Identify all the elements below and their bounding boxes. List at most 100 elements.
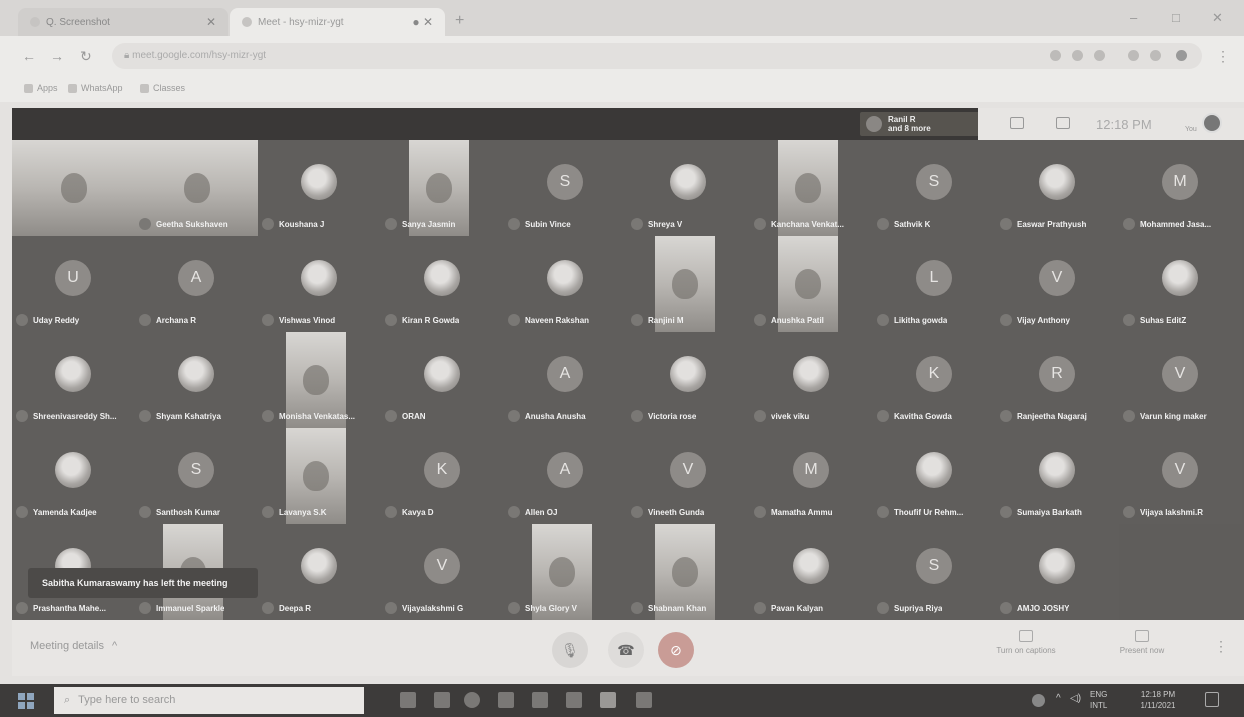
- participant-tile[interactable]: Deepa R: [258, 524, 381, 620]
- participant-tile[interactable]: Vishwas Vinod: [258, 236, 381, 332]
- extension-icon[interactable]: [1128, 50, 1139, 61]
- puzzle-icon[interactable]: [1150, 50, 1161, 61]
- participant-tile[interactable]: Sanya Jasmin: [381, 140, 504, 236]
- participant-tile[interactable]: Yamenda Kadjee: [12, 428, 135, 524]
- present-label: Present now: [1119, 646, 1165, 655]
- participant-tile[interactable]: Shreya V: [627, 140, 750, 236]
- store-icon[interactable]: [434, 692, 450, 708]
- windows-start-icon[interactable]: [18, 693, 34, 709]
- participant-tile[interactable]: V Vineeth Gunda: [627, 428, 750, 524]
- participant-tile[interactable]: Shreenivasreddy Sh...: [12, 332, 135, 428]
- language-indicator[interactable]: ENG INTL: [1090, 689, 1122, 711]
- chrome-icon[interactable]: [600, 692, 616, 708]
- mic-button[interactable]: 🎙︎: [552, 632, 588, 668]
- participant-avatar: [301, 164, 337, 200]
- star-icon[interactable]: [1094, 50, 1105, 61]
- participant-tile[interactable]: M Mamatha Ammu: [750, 428, 873, 524]
- captions-button[interactable]: Turn on captions: [978, 630, 1074, 655]
- participant-tile[interactable]: A Allen OJ: [504, 428, 627, 524]
- bookmark-apps[interactable]: Apps: [24, 83, 58, 93]
- presenter-more: and 8 more: [888, 124, 931, 133]
- participant-tile[interactable]: R Ranjeetha Nagaraj: [996, 332, 1119, 428]
- close-tab-icon[interactable]: ● ✕: [412, 15, 433, 29]
- participant-tile[interactable]: A Anusha Anusha: [504, 332, 627, 428]
- bookmark-whatsapp[interactable]: WhatsApp: [68, 83, 123, 93]
- participant-tile[interactable]: V Vijayalakshmi G: [381, 524, 504, 620]
- participant-tile[interactable]: Pavan Kalyan: [750, 524, 873, 620]
- camera-indicator-icon[interactable]: [1050, 50, 1061, 61]
- participant-tile[interactable]: V Varun king maker: [1119, 332, 1242, 428]
- participant-tile[interactable]: V Vijay Anthony: [996, 236, 1119, 332]
- self-avatar[interactable]: [1202, 113, 1222, 133]
- maximize-icon[interactable]: □: [1172, 10, 1180, 25]
- forward-icon[interactable]: →: [50, 48, 64, 64]
- presenter-chip[interactable]: Ranil R and 8 more: [860, 112, 986, 136]
- participant-tile[interactable]: L Likitha gowda: [873, 236, 996, 332]
- participant-tile[interactable]: S Sathvik K: [873, 140, 996, 236]
- participant-tile[interactable]: M Mohammed Jasa...: [1119, 140, 1242, 236]
- participant-name-row: Ranjini M: [631, 314, 684, 326]
- participant-tile[interactable]: vivek viku: [750, 332, 873, 428]
- tab-screenshot[interactable]: Q. Screenshot ✕: [18, 8, 228, 36]
- menu-dots-icon[interactable]: ⋮: [1216, 48, 1230, 65]
- participant-tile[interactable]: Ranjini M: [627, 236, 750, 332]
- participant-tile[interactable]: S Supriya Riya: [873, 524, 996, 620]
- tab-meet[interactable]: Meet - hsy-mizr-ygt ● ✕: [230, 8, 445, 36]
- hang-up-button[interactable]: ☎︎: [608, 632, 644, 668]
- participant-tile[interactable]: Koushana J: [258, 140, 381, 236]
- participant-tile[interactable]: Easwar Prathyush: [996, 140, 1119, 236]
- present-now-button[interactable]: Present now: [1102, 630, 1182, 655]
- new-tab-icon[interactable]: +: [455, 12, 464, 30]
- settings-icon[interactable]: [464, 692, 480, 708]
- participant-tile[interactable]: K Kavitha Gowda: [873, 332, 996, 428]
- participant-tile[interactable]: ORAN: [381, 332, 504, 428]
- zoom-icon[interactable]: [1072, 50, 1083, 61]
- app-icon[interactable]: [566, 692, 582, 708]
- meeting-details-button[interactable]: Meeting details ^: [30, 640, 117, 652]
- profile-icon[interactable]: [1176, 50, 1187, 61]
- vlc-icon[interactable]: [498, 692, 514, 708]
- participant-tile[interactable]: U Uday Reddy: [12, 236, 135, 332]
- participant-tile[interactable]: S Santhosh Kumar: [135, 428, 258, 524]
- participant-tile[interactable]: Suhas EditZ: [1119, 236, 1242, 332]
- bookmark-classes[interactable]: Classes: [140, 83, 185, 93]
- task-view-icon[interactable]: [400, 692, 416, 708]
- close-tab-icon[interactable]: ✕: [206, 15, 216, 29]
- participant-tile[interactable]: Victoria rose: [627, 332, 750, 428]
- participant-tile[interactable]: Geetha Sukshaven: [135, 140, 258, 236]
- participant-tile[interactable]: Shyla Glory V: [504, 524, 627, 620]
- more-options-icon[interactable]: ⋮: [1214, 638, 1228, 655]
- participant-tile[interactable]: Sumaiya Barkath: [996, 428, 1119, 524]
- volume-icon[interactable]: ◁): [1070, 693, 1081, 704]
- url-input[interactable]: 🔒︎ meet.google.com/hsy-mizr-ygt: [112, 43, 1202, 69]
- participant-tile[interactable]: V Vijaya lakshmi.R: [1119, 428, 1242, 524]
- participant-tile[interactable]: Shabnam Khan: [627, 524, 750, 620]
- notification-icon[interactable]: [1205, 692, 1219, 707]
- people-icon[interactable]: [1010, 117, 1024, 129]
- participant-tile[interactable]: Anushka Patil: [750, 236, 873, 332]
- back-icon[interactable]: ←: [22, 48, 36, 64]
- participant-tile[interactable]: Lavanya S.K: [258, 428, 381, 524]
- participant-tile[interactable]: Thoufif Ur Rehm...: [873, 428, 996, 524]
- tray-icon[interactable]: [1032, 694, 1045, 707]
- participant-tile[interactable]: Kanchana Venkat...: [750, 140, 873, 236]
- taskbar-search[interactable]: ⌕ Type here to search: [54, 687, 364, 714]
- participant-tile[interactable]: Monisha Venkatas...: [258, 332, 381, 428]
- participant-tile[interactable]: [12, 140, 135, 236]
- reload-icon[interactable]: ↻: [80, 48, 92, 65]
- taskbar-clock[interactable]: 12:18 PM 1/11/2021: [1126, 689, 1190, 711]
- chevron-up-icon[interactable]: ^: [1056, 693, 1061, 704]
- app-icon[interactable]: [532, 692, 548, 708]
- participant-tile[interactable]: S Subin Vince: [504, 140, 627, 236]
- participant-tile[interactable]: A Archana R: [135, 236, 258, 332]
- participant-tile[interactable]: K Kavya D: [381, 428, 504, 524]
- participant-tile[interactable]: Kiran R Gowda: [381, 236, 504, 332]
- participant-tile[interactable]: Shyam Kshatriya: [135, 332, 258, 428]
- camera-button[interactable]: ⊘: [658, 632, 694, 668]
- close-window-icon[interactable]: ✕: [1212, 10, 1223, 26]
- participant-tile[interactable]: Naveen Rakshan: [504, 236, 627, 332]
- participant-tile[interactable]: AMJO JOSHY: [996, 524, 1119, 620]
- chat-icon[interactable]: [1056, 117, 1070, 129]
- minimize-icon[interactable]: –: [1130, 10, 1137, 25]
- app-icon[interactable]: [636, 692, 652, 708]
